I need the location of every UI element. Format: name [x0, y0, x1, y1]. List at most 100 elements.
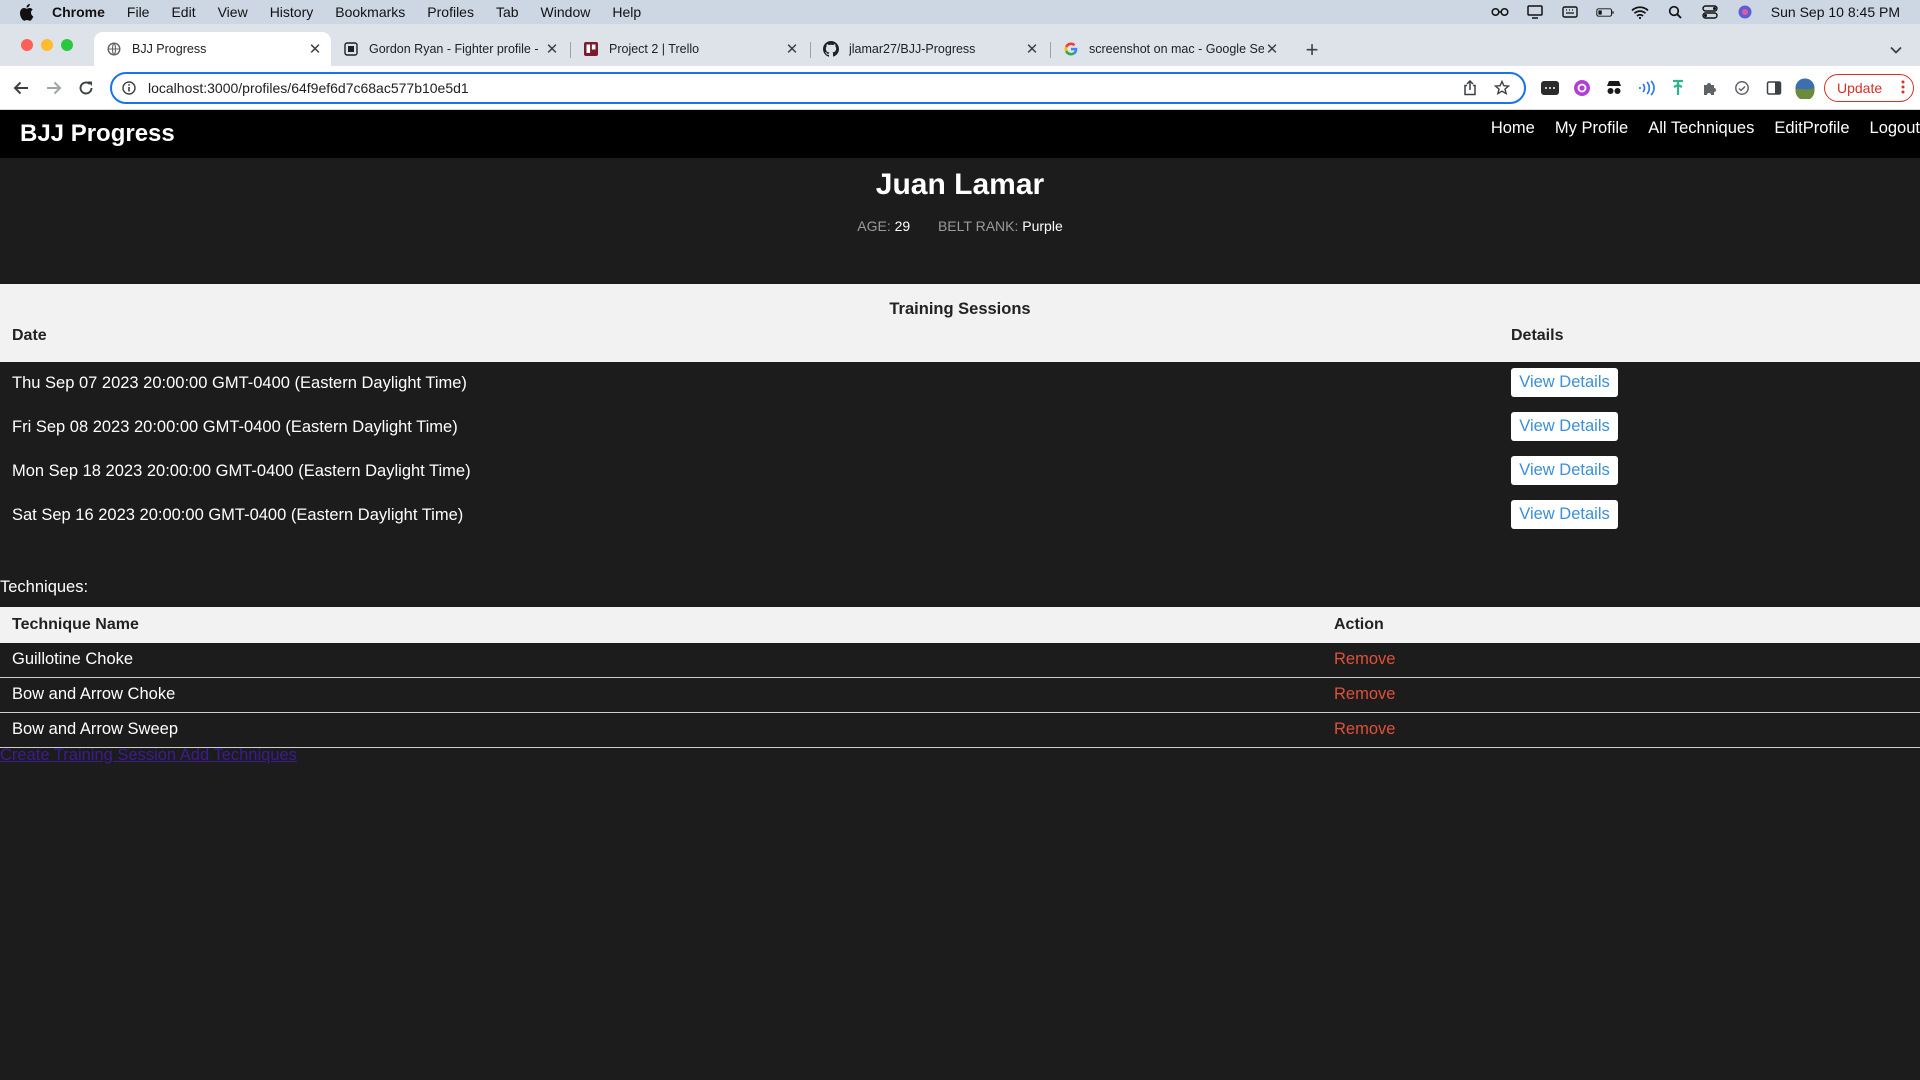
share-icon[interactable] — [1460, 78, 1480, 98]
bookmark-star-icon[interactable] — [1492, 78, 1512, 98]
menu-edit[interactable]: Edit — [171, 4, 195, 20]
google-icon — [1063, 41, 1079, 57]
nav-all-techniques-link[interactable]: All Techniques — [1648, 119, 1754, 138]
menu-tab[interactable]: Tab — [496, 4, 519, 20]
session-row: Mon Sep 18 2023 20:00:00 GMT-0400 (Easte… — [0, 450, 1920, 494]
nav-my-profile-link[interactable]: My Profile — [1555, 119, 1628, 138]
menu-clock[interactable]: Sun Sep 10 8:45 PM — [1771, 4, 1900, 20]
side-panel-icon[interactable] — [1764, 78, 1784, 98]
session-date: Fri Sep 08 2023 20:00:00 GMT-0400 (Easte… — [12, 418, 458, 436]
menu-file[interactable]: File — [127, 4, 150, 20]
github-icon — [823, 41, 839, 57]
spotlight-search-icon[interactable] — [1666, 4, 1684, 20]
session-row: Thu Sep 07 2023 20:00:00 GMT-0400 (Easte… — [0, 362, 1920, 406]
footer-links: Create Training Session Add Techniques — [0, 746, 297, 765]
sync-icon[interactable] — [1732, 78, 1752, 98]
profile-avatar[interactable] — [1795, 78, 1815, 99]
update-label: Update — [1837, 80, 1883, 96]
menu-history[interactable]: History — [270, 4, 314, 20]
technique-row: Bow and Arrow Choke Remove — [0, 678, 1920, 713]
menu-window[interactable]: Window — [541, 4, 591, 20]
add-techniques-link[interactable]: Add Techniques — [180, 746, 297, 764]
technique-row: Guillotine Choke Remove — [0, 643, 1920, 678]
extension-incognito-icon[interactable] — [1604, 78, 1624, 98]
view-details-button[interactable]: View Details — [1511, 412, 1618, 441]
forward-arrow-icon[interactable] — [42, 76, 66, 100]
globe-icon — [106, 41, 122, 57]
tab-close-icon[interactable]: ✕ — [784, 41, 800, 58]
tab-title: BJJ Progress — [132, 42, 207, 56]
menu-help[interactable]: Help — [612, 4, 641, 20]
technique-name: Bow and Arrow Sweep — [12, 720, 179, 738]
back-arrow-icon[interactable] — [9, 76, 33, 100]
techniques-table-header: Technique Name Action — [0, 607, 1920, 643]
battery-icon[interactable] — [1596, 4, 1614, 20]
remove-technique-button[interactable]: Remove — [1334, 685, 1395, 704]
technique-name: Bow and Arrow Choke — [12, 685, 176, 703]
session-row: Fri Sep 08 2023 20:00:00 GMT-0400 (Easte… — [0, 406, 1920, 450]
menu-view[interactable]: View — [218, 4, 248, 20]
tab-close-icon[interactable]: ✕ — [1024, 41, 1040, 58]
remove-technique-button[interactable]: Remove — [1334, 650, 1395, 669]
extensions-puzzle-icon[interactable] — [1700, 78, 1720, 98]
extension-green-figure-icon[interactable] — [1668, 78, 1688, 98]
tab-close-icon[interactable]: ✕ — [307, 41, 323, 58]
more-menu-icon[interactable] — [1901, 80, 1905, 94]
address-bar[interactable]: localhost:3000/profiles/64f9ef6d7c68ac57… — [110, 72, 1526, 104]
tab-github[interactable]: jlamar27/BJJ-Progress ✕ — [811, 32, 1048, 66]
extension-purple-icon[interactable] — [1572, 78, 1592, 98]
column-header-details: Details — [1511, 327, 1564, 344]
keyboard-icon[interactable] — [1561, 4, 1579, 20]
nav-logout-link[interactable]: Logout — [1870, 119, 1920, 138]
siri-icon[interactable] — [1736, 4, 1754, 20]
window-zoom-button[interactable] — [61, 39, 73, 51]
url-text[interactable]: localhost:3000/profiles/64f9ef6d7c68ac57… — [148, 80, 1460, 96]
extension-dark-icon[interactable] — [1540, 78, 1560, 98]
create-training-session-link[interactable]: Create Training Session — [0, 746, 176, 764]
tab-gordon-ryan[interactable]: Gordon Ryan - Fighter profile - ✕ — [331, 32, 568, 66]
glasses-icon[interactable] — [1491, 4, 1509, 20]
web-page: BJJ Progress Home My Profile All Techniq… — [0, 110, 1920, 1080]
new-tab-plus-icon[interactable]: + — [1300, 37, 1324, 62]
update-button[interactable]: Update — [1824, 74, 1914, 102]
tab-title: jlamar27/BJJ-Progress — [849, 42, 976, 56]
status-area: Sun Sep 10 8:45 PM — [1491, 0, 1920, 24]
reload-icon[interactable] — [74, 76, 98, 100]
session-date: Mon Sep 18 2023 20:00:00 GMT-0400 (Easte… — [12, 462, 471, 480]
age-label: AGE: — [857, 218, 891, 234]
display-icon[interactable] — [1526, 4, 1544, 20]
extension-waves-icon[interactable] — [1636, 78, 1656, 98]
window-minimize-button[interactable] — [41, 39, 53, 51]
session-date: Thu Sep 07 2023 20:00:00 GMT-0400 (Easte… — [12, 374, 467, 392]
tab-search-chevron-icon[interactable] — [1886, 40, 1906, 60]
techniques-heading: Techniques: — [0, 578, 89, 596]
menu-chrome[interactable]: Chrome — [52, 4, 105, 20]
technique-name: Guillotine Choke — [12, 650, 134, 668]
tab-google-search[interactable]: screenshot on mac - Google Se ✕ — [1051, 32, 1288, 66]
view-details-button[interactable]: View Details — [1511, 456, 1618, 485]
tab-bjj-progress[interactable]: BJJ Progress ✕ — [94, 32, 331, 66]
tab-close-icon[interactable]: ✕ — [1264, 41, 1280, 58]
site-info-icon[interactable] — [120, 79, 138, 97]
window-close-button[interactable] — [21, 39, 33, 51]
wifi-icon[interactable] — [1631, 4, 1649, 20]
tab-trello[interactable]: Project 2 | Trello ✕ — [571, 32, 808, 66]
ufc-favicon-icon — [343, 41, 359, 57]
age-value: 29 — [894, 218, 911, 234]
menu-bookmarks[interactable]: Bookmarks — [335, 4, 405, 20]
view-details-button[interactable]: View Details — [1511, 500, 1618, 529]
session-row: Sat Sep 16 2023 20:00:00 GMT-0400 (Easte… — [0, 494, 1920, 538]
column-header-technique-name: Technique Name — [12, 616, 139, 633]
control-center-icon[interactable] — [1701, 4, 1719, 20]
remove-technique-button[interactable]: Remove — [1334, 720, 1395, 739]
view-details-button[interactable]: View Details — [1511, 368, 1618, 397]
nav-edit-profile-link[interactable]: EditProfile — [1774, 119, 1849, 138]
profile-meta: AGE: 29 BELT RANK: Purple — [0, 218, 1920, 234]
menu-profiles[interactable]: Profiles — [427, 4, 474, 20]
tab-close-icon[interactable]: ✕ — [544, 41, 560, 58]
apple-icon[interactable] — [18, 3, 36, 21]
site-brand[interactable]: BJJ Progress — [20, 120, 175, 148]
column-header-action: Action — [1334, 616, 1384, 633]
sessions-title: Training Sessions — [889, 300, 1031, 318]
nav-home-link[interactable]: Home — [1491, 119, 1535, 138]
